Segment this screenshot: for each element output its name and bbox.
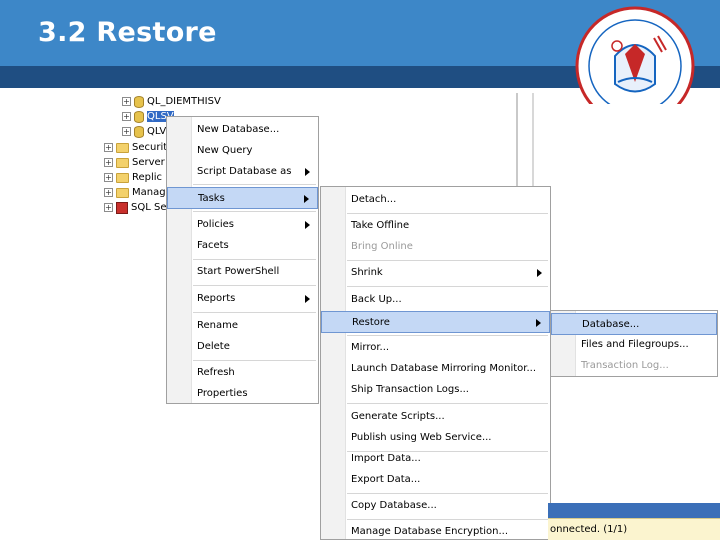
menu-item-ship-transaction-logs[interactable]: Ship Transaction Logs... [321, 379, 550, 401]
menu-item-mirror[interactable]: Mirror... [321, 337, 550, 359]
expand-icon[interactable]: + [104, 188, 113, 197]
menu-separator [347, 335, 548, 336]
connection-status: onnected. (1/1) [548, 518, 720, 540]
folder-icon [116, 157, 129, 168]
tree-item-qlv[interactable]: + QLV [122, 124, 166, 139]
database-icon [134, 110, 144, 123]
sql-agent-icon [116, 201, 128, 214]
menu-separator [347, 493, 548, 494]
menu-separator [193, 259, 316, 260]
menu-item-policies[interactable]: Policies [167, 214, 318, 236]
expand-icon[interactable]: + [104, 203, 113, 212]
menu-item-label: Script Database as [197, 166, 292, 177]
menu-item-new-query[interactable]: New Query [167, 140, 318, 162]
menu-item-shrink[interactable]: Shrink [321, 262, 550, 284]
slide-title: 3.2 Restore [38, 17, 217, 48]
menu-item-tasks[interactable]: Tasks [167, 187, 318, 209]
menu-separator [347, 403, 548, 404]
menu-item-label: Restore [352, 317, 390, 328]
menu-item-rename[interactable]: Rename [167, 315, 318, 337]
menu-item-manage-database-encryption[interactable]: Manage Database Encryption... [321, 521, 550, 540]
submenu-arrow-icon [305, 295, 310, 303]
expand-icon[interactable]: + [122, 127, 131, 136]
menu-item-import-data[interactable]: Import Data... [321, 448, 550, 470]
menu-item-label: Shrink [351, 267, 383, 278]
submenu-arrow-icon [536, 319, 541, 327]
menu-item-label: Policies [197, 219, 234, 230]
menu-item-bring-online: Bring Online [351, 241, 413, 252]
tree-item-ql-diemthisv[interactable]: + QL_DIEMTHISV [122, 94, 221, 109]
menu-separator [347, 519, 548, 520]
college-logo [575, 6, 695, 104]
database-icon [134, 95, 144, 108]
slide: 3.2 Restore + QL_DIEMTHISV + QLSV + QLV … [0, 0, 720, 540]
folder-icon [116, 142, 129, 153]
menu-item-new-database[interactable]: New Database... [167, 119, 318, 141]
menu-item-publish-web-service[interactable]: Publish using Web Service... [321, 427, 550, 449]
tree-item-label: QLV [147, 126, 167, 137]
menu-separator [347, 260, 548, 261]
menu-item-script-database-as[interactable]: Script Database as [167, 161, 318, 183]
tasks-submenu: Detach... Take Offline Bring Online Shri… [320, 186, 551, 540]
menu-item-label: Reports [197, 293, 236, 304]
object-explorer-tree: + QL_DIEMTHISV + QLSV + QLV + Security +… [100, 92, 221, 222]
menu-separator [193, 184, 316, 185]
menu-item-files-and-filegroups[interactable]: Files and Filegroups... [551, 334, 717, 356]
menu-item-facets[interactable]: Facets [167, 235, 318, 257]
tree-item-label: Replic [132, 172, 163, 183]
submenu-arrow-icon [305, 168, 310, 176]
menu-separator [193, 312, 316, 313]
menu-separator [193, 211, 316, 212]
menu-separator [193, 285, 316, 286]
menu-item-delete[interactable]: Delete [167, 336, 318, 358]
tree-item-security[interactable]: + Security [104, 140, 173, 155]
menu-item-copy-database[interactable]: Copy Database... [321, 495, 550, 517]
menu-item-properties[interactable]: Properties [167, 383, 318, 405]
menu-item-refresh[interactable]: Refresh [167, 362, 318, 384]
submenu-arrow-icon [305, 221, 310, 229]
expand-icon[interactable]: + [104, 143, 113, 152]
database-icon [134, 125, 144, 138]
status-bar [548, 503, 720, 518]
menu-separator [347, 286, 548, 287]
submenu-arrow-icon [304, 195, 309, 203]
tree-item-label: QL_DIEMTHISV [147, 96, 221, 107]
menu-item-detach[interactable]: Detach... [321, 189, 550, 211]
tree-item-server-objects[interactable]: + Server [104, 155, 165, 170]
menu-item-start-powershell[interactable]: Start PowerShell [167, 261, 318, 283]
menu-separator [193, 360, 316, 361]
menu-separator [347, 213, 548, 214]
expand-icon[interactable]: + [104, 173, 113, 182]
menu-item-launch-mirroring-monitor[interactable]: Launch Database Mirroring Monitor... [321, 358, 550, 380]
menu-item-generate-scripts[interactable]: Generate Scripts... [321, 406, 550, 428]
expand-icon[interactable]: + [122, 112, 131, 121]
menu-item-take-offline[interactable]: Take Offline [321, 215, 550, 237]
menu-item-transaction-log: Transaction Log... [581, 360, 669, 371]
menu-item-back-up[interactable]: Back Up... [321, 289, 550, 311]
menu-item-export-data[interactable]: Export Data... [321, 469, 550, 491]
restore-submenu: Database... Files and Filegroups... Tran… [550, 310, 718, 377]
tree-item-sql-server-agent[interactable]: + SQL Se [104, 200, 166, 215]
menu-item-restore-database[interactable]: Database... [551, 313, 717, 335]
tree-item-replication[interactable]: + Replic [104, 170, 162, 185]
tree-item-label: SQL Se [131, 202, 167, 213]
tree-item-label: Server [132, 157, 165, 168]
folder-icon [116, 172, 129, 183]
expand-icon[interactable]: + [104, 158, 113, 167]
menu-item-restore[interactable]: Restore [321, 311, 550, 333]
context-menu: New Database... New Query Script Databas… [166, 116, 319, 404]
divider [516, 93, 518, 193]
folder-icon [116, 187, 129, 198]
expand-icon[interactable]: + [122, 97, 131, 106]
menu-item-reports[interactable]: Reports [167, 288, 318, 310]
menu-item-label: Tasks [198, 193, 225, 204]
tree-item-management[interactable]: + Manage [104, 185, 172, 200]
submenu-arrow-icon [537, 269, 542, 277]
